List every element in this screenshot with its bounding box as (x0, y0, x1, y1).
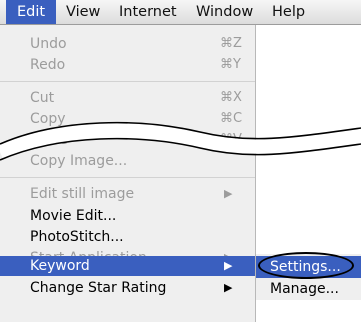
menu-item-label: PhotoStitch... (30, 229, 124, 245)
shortcut-label: ⌘Y (220, 57, 241, 72)
menu-item-label: Redo (30, 57, 66, 73)
submenu-item-label: Manage... (270, 281, 339, 297)
highlight-callout (258, 252, 354, 279)
menu-item-label: Cut (30, 90, 55, 106)
menu-item-label: Copy Image... (30, 153, 128, 169)
menu-item-label: Movie Edit... (30, 208, 117, 224)
shortcut-label: ⌘V (220, 132, 242, 147)
shortcut-label: ⌘X (220, 90, 242, 105)
shortcut-label: ⌘C (220, 111, 243, 126)
menu-item-label: Copy (30, 111, 66, 127)
menu-edit[interactable]: Edit (6, 0, 56, 24)
menu-separator (0, 81, 255, 82)
menu-item-edit-still-image[interactable]: Edit still image ▶ (0, 184, 255, 204)
menu-item-label: Paste (30, 132, 68, 148)
submenu-arrow-icon: ▶ (224, 187, 233, 200)
submenu-arrow-icon: ▶ (224, 281, 233, 294)
menu-item-redo[interactable]: Redo ⌘Y (0, 55, 255, 75)
menu-view[interactable]: View (66, 0, 100, 24)
menu-window[interactable]: Window (196, 0, 253, 24)
menu-item-movie-edit[interactable]: Movie Edit... (0, 206, 255, 226)
menu-item-copy-image[interactable]: Copy Image... (0, 151, 255, 171)
menu-item-label: Change Star Rating (30, 280, 167, 296)
shortcut-label: ⌘Z (220, 36, 242, 51)
menu-bar: Edit View Internet Window Help (0, 0, 361, 25)
menu-item-keyword[interactable]: Keyword ▶ (0, 256, 255, 276)
menu-item-photostitch[interactable]: PhotoStitch... (0, 227, 255, 247)
submenu-item-manage[interactable]: Manage... (256, 278, 361, 300)
submenu-arrow-icon: ▶ (224, 259, 233, 272)
menu-item-change-star-rating[interactable]: Change Star Rating ▶ (0, 278, 255, 298)
menu-item-copy[interactable]: Copy ⌘C (0, 109, 255, 129)
edit-menu: Undo ⌘Z Redo ⌘Y Cut ⌘X Copy ⌘C Paste ⌘V … (0, 25, 256, 322)
menu-item-undo[interactable]: Undo ⌘Z (0, 34, 255, 54)
menu-item-label: Keyword (30, 258, 90, 274)
menu-separator (0, 177, 255, 178)
menu-item-cut[interactable]: Cut ⌘X (0, 88, 255, 108)
menu-help[interactable]: Help (272, 0, 305, 24)
menu-item-label: Edit still image (30, 186, 135, 202)
menu-item-paste[interactable]: Paste ⌘V (0, 130, 255, 150)
menu-item-label: Undo (30, 36, 67, 52)
menu-internet[interactable]: Internet (119, 0, 177, 24)
